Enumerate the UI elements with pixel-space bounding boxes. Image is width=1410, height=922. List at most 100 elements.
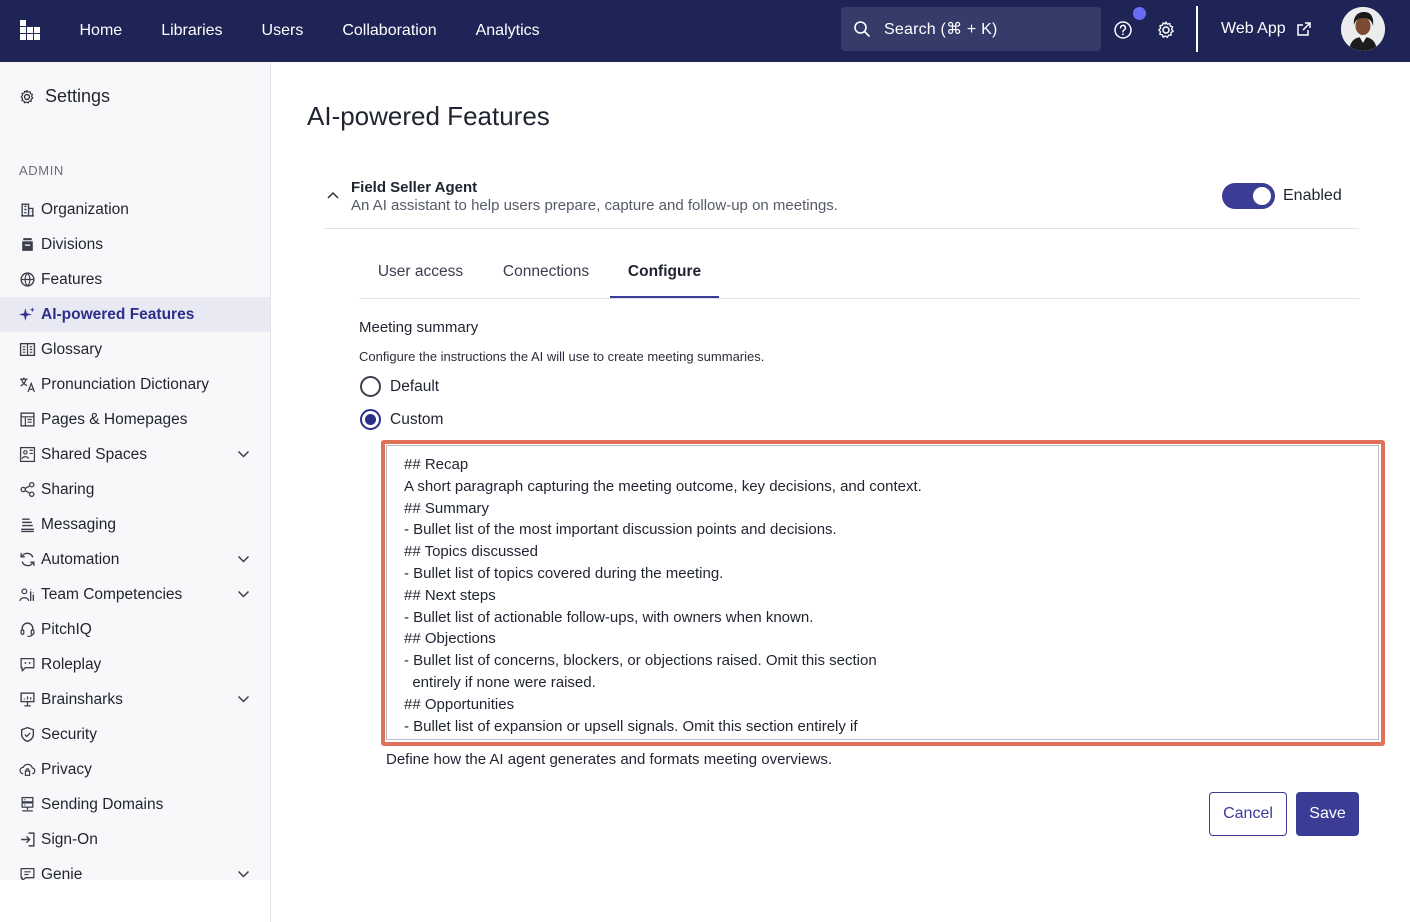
meeting-summary-description: Configure the instructions the AI will u… xyxy=(359,349,765,364)
shield-icon xyxy=(20,726,35,743)
settings-title: Settings xyxy=(45,86,111,106)
sidebar-item-label: Sign-On xyxy=(41,830,98,848)
main-nav: Home Libraries Users Collaboration Analy… xyxy=(60,0,559,62)
chevron-down-icon[interactable] xyxy=(237,589,250,599)
search-placeholder: Search (⌘ + K) xyxy=(884,21,998,38)
chevron-down-icon[interactable] xyxy=(237,869,250,879)
sidebar-item-label: Pages & Homepages xyxy=(41,410,188,428)
top-navigation-bar: Home Libraries Users Collaboration Analy… xyxy=(0,0,1410,62)
radio-option-custom[interactable]: Custom xyxy=(360,409,443,430)
sidebar-item-label: Team Competencies xyxy=(41,585,183,603)
sidebar-item-ai-powered-features[interactable]: AI-powered Features xyxy=(0,297,270,332)
toggle-label: Enabled xyxy=(1283,187,1342,204)
server-icon xyxy=(21,796,34,812)
cloud-lock-icon xyxy=(19,763,36,776)
tab-connections[interactable]: Connections xyxy=(484,246,608,298)
sidebar-item-features[interactable]: Features xyxy=(0,262,270,297)
sidebar-item-label: Messaging xyxy=(41,515,116,533)
settings-gear-icon xyxy=(20,89,34,104)
sidebar-item-label: Pronunciation Dictionary xyxy=(41,375,210,393)
nav-users[interactable]: Users xyxy=(242,0,323,62)
user-avatar[interactable] xyxy=(1341,7,1385,51)
sidebar-item-pitchiq[interactable]: PitchIQ xyxy=(0,612,270,647)
tab-configure[interactable]: Configure xyxy=(610,246,719,298)
sidebar-item-label: Divisions xyxy=(41,235,104,253)
roleplay-icon xyxy=(20,658,35,672)
sidebar-item-sending-domains[interactable]: Sending Domains xyxy=(0,787,270,822)
translate-icon xyxy=(20,377,36,393)
sidebar-item-team-competencies[interactable]: Team Competencies xyxy=(0,577,270,612)
sidebar-item-sign-on[interactable]: Sign-On xyxy=(0,822,270,857)
chevron-down-icon[interactable] xyxy=(237,554,250,564)
sidebar-item-brainsharks[interactable]: Brainsharks xyxy=(0,682,270,717)
shared-spaces-icon xyxy=(19,446,36,463)
radio-option-default[interactable]: Default xyxy=(360,376,439,397)
gear-icon[interactable] xyxy=(1155,19,1177,41)
notification-dot xyxy=(1133,7,1146,20)
cancel-button[interactable]: Cancel xyxy=(1209,792,1287,836)
sidebar-item-pronunciation-dictionary[interactable]: Pronunciation Dictionary xyxy=(0,367,270,402)
sidebar-item-shared-spaces[interactable]: Shared Spaces xyxy=(0,437,270,472)
nav-libraries[interactable]: Libraries xyxy=(142,0,242,62)
chevron-up-icon[interactable] xyxy=(326,190,340,200)
agent-description: An AI assistant to help users prepare, c… xyxy=(351,197,838,214)
sidebar-item-roleplay[interactable]: Roleplay xyxy=(0,647,270,682)
sidebar-item-label: Roleplay xyxy=(41,655,102,673)
messaging-icon xyxy=(21,518,34,533)
sidebar-item-label: Glossary xyxy=(41,340,103,358)
sidebar-item-organization[interactable]: Organization xyxy=(0,192,270,227)
web-app-link[interactable]: Web App xyxy=(1221,0,1312,58)
toggle-knob xyxy=(1253,187,1271,205)
save-button[interactable]: Save xyxy=(1296,792,1359,836)
sidebar-item-label: Security xyxy=(41,725,97,743)
nav-collaboration[interactable]: Collaboration xyxy=(323,0,456,62)
tab-user-access[interactable]: User access xyxy=(359,246,482,298)
radio-default-label: Default xyxy=(390,377,440,395)
app-logo-icon[interactable] xyxy=(20,20,40,40)
sidebar-item-label: Privacy xyxy=(41,760,92,778)
glossary-icon xyxy=(19,342,36,357)
help-icon[interactable] xyxy=(1112,19,1134,41)
sidebar-item-automation[interactable]: Automation xyxy=(0,542,270,577)
sidebar-item-pages-homepages[interactable]: Pages & Homepages xyxy=(0,402,270,437)
sidebar-item-privacy[interactable]: Privacy xyxy=(0,752,270,787)
pages-icon xyxy=(20,412,35,427)
sidebar-item-sharing[interactable]: Sharing xyxy=(0,472,270,507)
sidebar-item-divisions[interactable]: Divisions xyxy=(0,227,270,262)
chevron-down-icon[interactable] xyxy=(237,694,250,704)
sign-in-icon xyxy=(21,832,35,847)
agent-title: Field Seller Agent xyxy=(351,179,478,196)
active-tab-indicator xyxy=(610,296,719,298)
radio-custom[interactable] xyxy=(360,409,381,430)
agent-tabs: User access Connections Configure xyxy=(359,246,1359,299)
sidebar-item-glossary[interactable]: Glossary xyxy=(0,332,270,367)
radio-custom-label: Custom xyxy=(390,410,444,428)
nav-analytics[interactable]: Analytics xyxy=(456,0,559,62)
agent-enabled-toggle[interactable] xyxy=(1222,183,1275,209)
section-divider xyxy=(324,228,1359,229)
settings-header: Settings xyxy=(18,86,110,107)
chevron-down-icon[interactable] xyxy=(237,449,250,459)
sidebar-item-security[interactable]: Security xyxy=(0,717,270,752)
sidebar-item-label: Sharing xyxy=(41,480,95,498)
building-icon xyxy=(21,203,34,217)
sidebar-bottom-fade xyxy=(0,880,270,922)
features-icon xyxy=(20,272,35,287)
radio-default[interactable] xyxy=(360,376,381,397)
sidebar-item-messaging[interactable]: Messaging xyxy=(0,507,270,542)
bottom-strip xyxy=(271,880,1410,922)
presentation-icon xyxy=(20,692,35,707)
custom-instructions-textarea[interactable]: ## Recap A short paragraph capturing the… xyxy=(386,445,1379,740)
sidebar-item-label: Shared Spaces xyxy=(41,445,147,463)
nav-home[interactable]: Home xyxy=(60,0,142,62)
sidebar-item-label: AI-powered Features xyxy=(41,305,195,323)
avatar-image xyxy=(1341,7,1385,51)
automation-icon xyxy=(20,552,35,567)
admin-section-label: ADMIN xyxy=(19,163,64,178)
team-icon xyxy=(19,588,35,602)
topbar-divider xyxy=(1196,6,1198,52)
sidebar-item-label: Sending Domains xyxy=(41,795,164,813)
search-icon xyxy=(854,21,870,37)
search-box[interactable]: Search (⌘ + K) xyxy=(841,7,1101,51)
headset-icon xyxy=(20,622,35,638)
